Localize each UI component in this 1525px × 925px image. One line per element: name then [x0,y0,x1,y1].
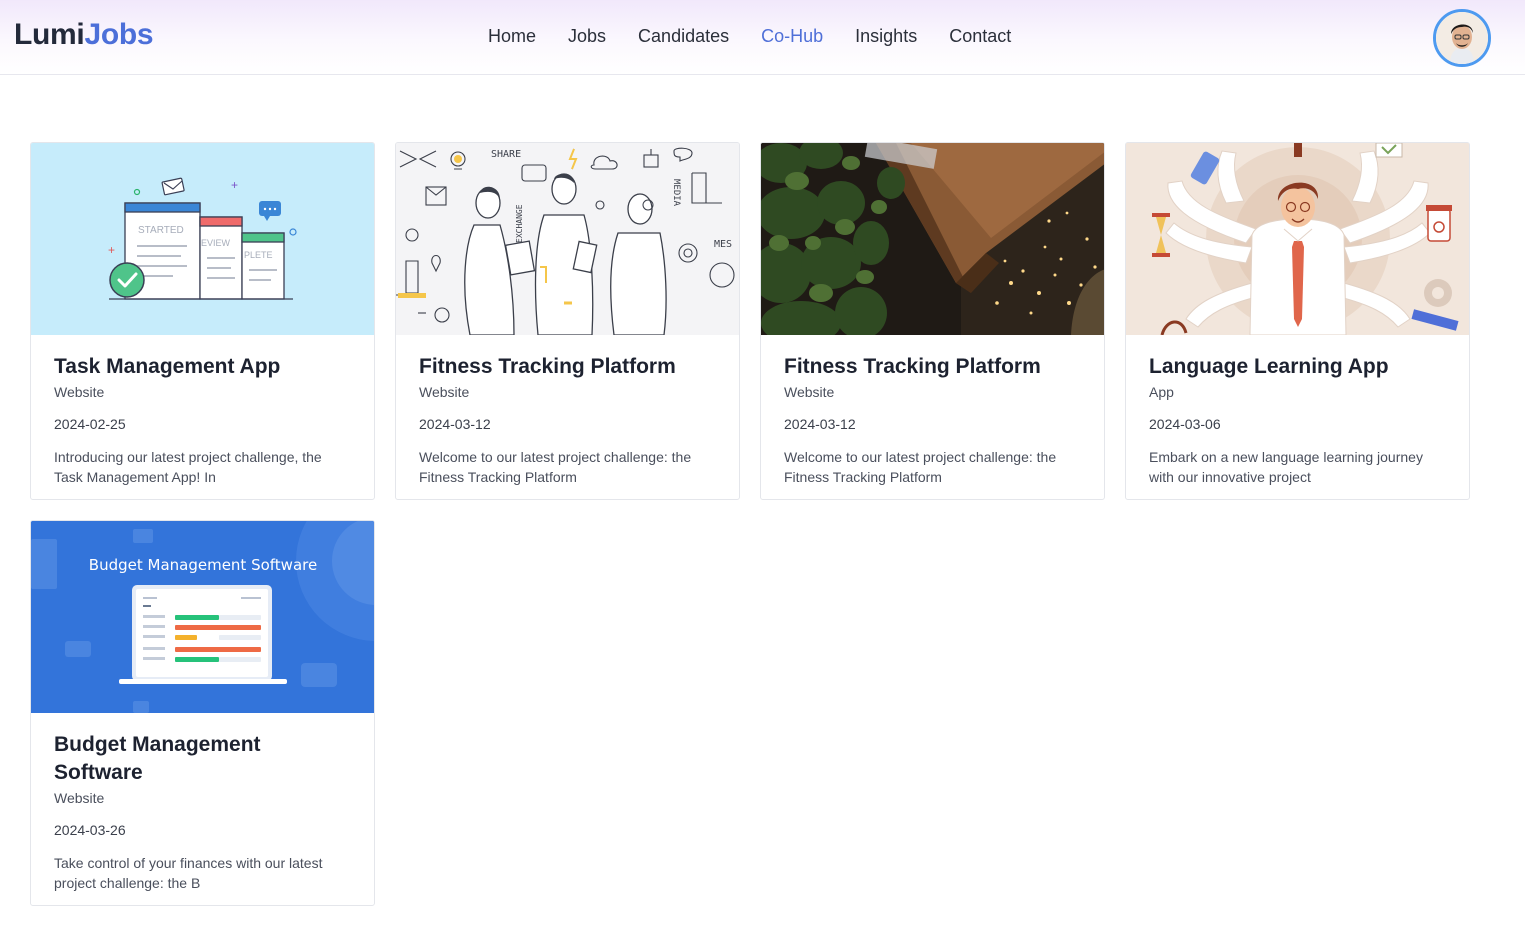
card-description: Embark on a new language learning journe… [1149,449,1423,485]
doodle-label-mes: MES [714,239,732,250]
card-thumbnail: + + STARTED EVIEW PLETE [31,143,374,335]
nav-candidates[interactable]: Candidates [638,24,729,48]
main-nav: Home Jobs Candidates Co-Hub Insights Con… [488,24,1011,48]
card-title: Budget Management Software [54,733,261,784]
logo-part1: Lumi [14,18,85,51]
card-title: Fitness Tracking Platform [419,355,676,378]
card-title: Language Learning App [1149,355,1389,378]
avatar-image [1436,12,1488,64]
card-date: 2024-03-12 [419,416,491,432]
card-description: Welcome to our latest project challenge:… [784,449,1057,485]
project-card[interactable]: SHARE EXCHANGE MEDIA MES Fitness Trackin… [395,142,740,500]
card-category: Website [419,384,470,400]
thumb-label-started: STARTED [138,225,184,236]
doodle-label-exchange: EXCHANGE [515,204,524,243]
card-thumbnail: SHARE EXCHANGE MEDIA MES [396,143,739,335]
project-card[interactable]: Language Learning App App 2024-03-06 Emb… [1125,142,1470,500]
project-card[interactable]: Budget Management Software Budget Manage… [30,520,375,906]
svg-text:+: + [231,178,238,192]
card-date: 2024-03-06 [1149,416,1221,432]
thumb-title: Budget Management Software [89,556,317,574]
card-thumbnail [761,143,1104,335]
nav-contact[interactable]: Contact [949,24,1011,48]
card-description: Introducing our latest project challenge… [54,449,322,485]
thumb-label-complete: PLETE [244,250,273,260]
card-date: 2024-03-12 [784,416,856,432]
logo-part2: Jobs [84,18,154,51]
nav-insights[interactable]: Insights [855,24,917,48]
multitasking-man-illustration [1126,143,1469,335]
nav-jobs[interactable]: Jobs [568,24,606,48]
collaboration-doodle-illustration: SHARE EXCHANGE MEDIA MES [396,147,735,335]
card-category: Website [54,384,105,400]
card-description: Welcome to our latest project challenge:… [419,449,692,485]
nav-co-hub[interactable]: Co-Hub [761,24,823,48]
top-navbar: LumiJobs Home Jobs Candidates Co-Hub Ins… [0,0,1525,75]
card-category: Website [54,790,105,806]
svg-text:+: + [108,243,115,257]
card-category: Website [784,384,835,400]
thumb-label-review: EVIEW [201,238,231,248]
card-category: App [1149,384,1174,400]
doodle-label-share: SHARE [491,149,521,160]
task-board-illustration: + + STARTED EVIEW PLETE [108,177,297,300]
card-title: Fitness Tracking Platform [784,355,1041,378]
nav-home[interactable]: Home [488,24,536,48]
card-date: 2024-03-26 [54,822,126,838]
cafe-table-photo [761,143,1104,335]
card-date: 2024-02-25 [54,416,126,432]
logo[interactable]: LumiJobs [14,18,154,52]
project-card[interactable]: + + STARTED EVIEW PLETE Task Management … [30,142,375,500]
doodle-label-media: MEDIA [671,179,681,207]
project-card[interactable]: Fitness Tracking Platform Website 2024-0… [760,142,1105,500]
card-thumbnail: Budget Management Software [31,521,374,713]
budget-dashboard-illustration: Budget Management Software [31,521,374,713]
card-title: Task Management App [54,355,281,378]
card-description: Take control of your finances with our l… [54,855,323,891]
user-avatar[interactable] [1433,9,1491,67]
card-thumbnail [1126,143,1469,335]
